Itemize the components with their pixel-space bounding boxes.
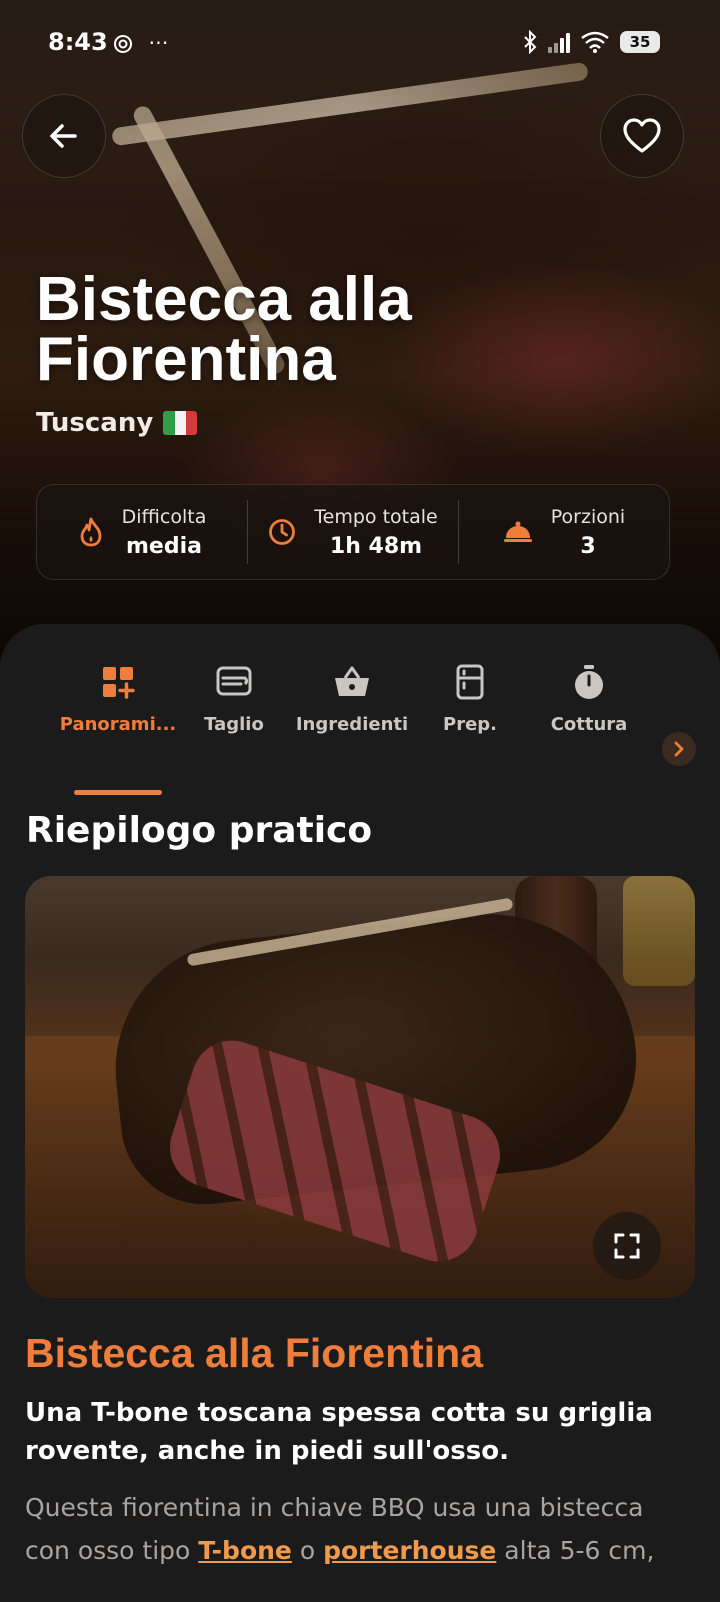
stat-servings: Porzioni 3 — [458, 500, 669, 564]
recipe-title: Bistecca alla Fiorentina — [25, 1330, 484, 1376]
heart-icon — [623, 118, 661, 153]
tab-cottura[interactable]: Cottura — [524, 660, 654, 735]
recipe-photo[interactable] — [25, 876, 695, 1298]
bluetooth-icon — [524, 30, 537, 54]
more-dots-icon: ⋯ — [148, 30, 169, 54]
recipe-stats-card: Difficolta media Tempo totale 1h 48m Por… — [36, 484, 670, 580]
tab-label: Panorami... — [59, 714, 177, 735]
origin-label: Tuscany — [36, 408, 154, 438]
stat-value: 3 — [580, 533, 596, 559]
stat-label: Difficolta — [121, 505, 207, 528]
italy-flag-icon — [163, 411, 198, 435]
active-tab-indicator — [74, 790, 162, 795]
tab-label: Taglio — [204, 714, 264, 735]
arrow-left-icon — [50, 124, 77, 148]
tab-taglio[interactable]: Taglio — [169, 660, 299, 735]
status-notification-icons: ⋯ — [112, 30, 168, 55]
status-time: 8:43 — [48, 28, 108, 56]
content-sheet: Panorami... Taglio Ingredienti Prep. Cot… — [0, 624, 720, 1602]
section-title: Riepilogo pratico — [26, 810, 373, 851]
serving-dish-icon — [503, 521, 532, 542]
oil-bottle — [623, 876, 695, 986]
favorite-button[interactable] — [600, 94, 684, 178]
flame-icon — [80, 517, 102, 547]
basket-icon — [335, 666, 369, 696]
battery-icon: 35 — [620, 31, 660, 53]
recipe-origin: Tuscany — [36, 408, 198, 438]
tab-ingredienti[interactable]: Ingredienti — [287, 660, 417, 735]
recipe-subtitle: Una T-bone toscana spessa cotta su grigl… — [25, 1398, 653, 1466]
chevron-right-icon — [674, 741, 684, 757]
desc-text: o — [299, 1536, 316, 1565]
fridge-icon — [456, 664, 484, 700]
expand-icon — [614, 1233, 640, 1259]
timer-icon — [575, 665, 603, 699]
stat-value: media — [126, 533, 202, 559]
clock-icon — [269, 519, 296, 545]
stat-difficulty: Difficolta media — [37, 500, 247, 564]
cutting-board-icon — [216, 666, 252, 696]
desc-text: alta 5-6 cm, — [504, 1536, 655, 1565]
tabs-scroll-next-button[interactable] — [662, 732, 696, 766]
status-bar: 8:43 ⋯ 35 — [0, 26, 720, 60]
fullscreen-button[interactable] — [593, 1212, 661, 1280]
stat-value: 1h 48m — [329, 533, 423, 559]
recipe-description: Questa fiorentina in chiave BBQ usa una … — [25, 1486, 695, 1572]
stat-label: Tempo totale — [314, 505, 438, 528]
porterhouse-link[interactable]: porterhouse — [323, 1536, 496, 1565]
tab-label: Cottura — [550, 714, 628, 735]
openai-icon — [114, 34, 132, 53]
tbone-link[interactable]: T-bone — [198, 1536, 292, 1565]
tab-label: Ingredienti — [295, 714, 409, 735]
tab-overview[interactable]: Panorami... — [53, 660, 183, 735]
status-right-icons: 35 — [522, 30, 660, 54]
grid-plus-icon — [103, 667, 135, 699]
wifi-icon — [581, 31, 609, 53]
stat-total-time: Tempo totale 1h 48m — [247, 500, 458, 564]
back-button[interactable] — [22, 94, 106, 178]
recipe-hero-title: Bistecca alla Fiorentina — [36, 265, 412, 394]
tab-bar: Panorami... Taglio Ingredienti Prep. Cot… — [0, 660, 720, 795]
signal-icon — [548, 31, 570, 53]
stat-label: Porzioni — [550, 505, 626, 528]
tab-prep[interactable]: Prep. — [405, 660, 535, 735]
tab-label: Prep. — [443, 714, 497, 735]
